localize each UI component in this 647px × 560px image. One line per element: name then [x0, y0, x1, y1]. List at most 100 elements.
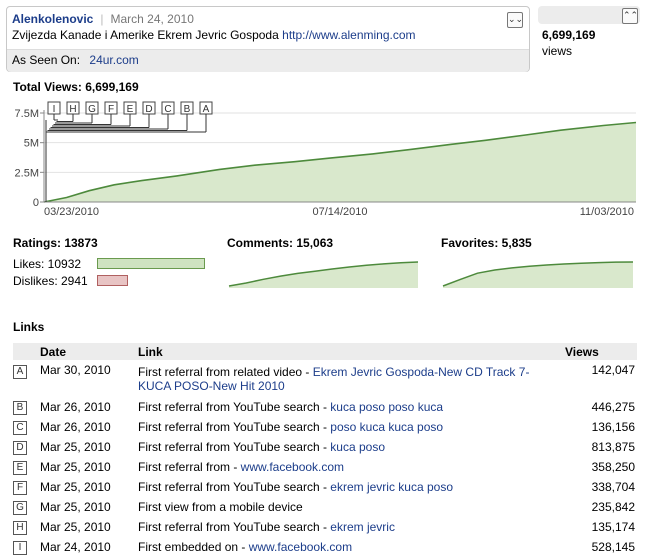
dislikes-bar [97, 275, 128, 286]
marker-cell: H [13, 517, 40, 537]
referral-link[interactable]: kuca poso poso kuca [330, 400, 443, 414]
date-cell: Mar 30, 2010 [40, 363, 111, 377]
referral-description: First referral from YouTube search - [138, 420, 331, 434]
views-area-fill [44, 122, 636, 202]
link-cell: First embedded on - www.facebook.com [138, 537, 565, 557]
links-title: Links [13, 320, 45, 334]
marker-label: A [203, 104, 210, 115]
upload-date: March 24, 2010 [110, 12, 194, 26]
referral-description: First referral from YouTube search - [138, 440, 331, 454]
marker-badge[interactable]: D [13, 441, 27, 455]
marker-badge[interactable]: I [13, 541, 27, 555]
table-row: G Mar 25, 2010 First view from a mobile de… [13, 497, 637, 517]
views-cell: 135,174 [591, 520, 635, 534]
marker-label: C [164, 104, 171, 115]
views-cell: 338,704 [591, 480, 635, 494]
views-count: 6,699,169 [542, 28, 596, 42]
marker-label: H [69, 104, 76, 115]
views-label: views [542, 44, 573, 58]
table-row: C Mar 26, 2010 First referral from YouTube… [13, 417, 637, 437]
y-tick-labels: 7.5M 5M 2.5M 0 [15, 108, 44, 209]
marker-cell: D [13, 437, 40, 457]
link-cell: First referral from YouTube search - pos… [138, 417, 565, 437]
marker-cell: G [13, 497, 40, 517]
y-tick-label: 0 [33, 197, 39, 209]
x-tick-label: 07/14/2010 [312, 206, 367, 218]
y-tick-label: 7.5M [15, 108, 39, 120]
table-row: H Mar 25, 2010 First referral from YouTube… [13, 517, 637, 537]
y-tick-label: 2.5M [15, 167, 39, 179]
chevron-double-down-icon[interactable]: ⌄⌄ [507, 12, 523, 28]
views-cell: 358,250 [591, 460, 635, 474]
x-tick-label: 03/23/2010 [44, 206, 99, 218]
favorites-sparkline [442, 261, 634, 288]
link-cell: First referral from - www.facebook.com [138, 457, 565, 477]
link-cell: First referral from YouTube search - kuc… [138, 397, 565, 417]
link-cell: First referral from YouTube search - ekr… [138, 477, 565, 497]
date-cell: Mar 25, 2010 [40, 480, 111, 494]
marker-label: I [53, 104, 56, 115]
total-views-chart: I H G F ED C B A 7.5M 5M 2.5M 0 03/23/2010 07/14/20… [15, 101, 637, 218]
marker-cell: I [13, 537, 40, 557]
referral-link[interactable]: kuca poso [330, 440, 385, 454]
dislikes-label: Dislikes: 2941 [13, 274, 88, 288]
referral-description: First view from a mobile device [138, 500, 303, 514]
comments-sparkline [228, 261, 419, 288]
chevron-double-up-icon[interactable]: ⌃⌃ [622, 8, 638, 24]
video-url-link[interactable]: http://www.alenming.com [282, 28, 415, 42]
referral-description: First embedded on - [138, 540, 249, 554]
marker-badge[interactable]: G [13, 501, 27, 515]
separator: | [100, 12, 104, 26]
date-column-header: Date [40, 343, 138, 360]
views-cell: 136,156 [591, 420, 635, 434]
marker-cell: A [13, 360, 40, 397]
views-area-series [43, 121, 637, 203]
referral-link[interactable]: ekrem jevric kuca poso [330, 480, 453, 494]
link-cell: First referral from YouTube search - ekr… [138, 517, 565, 537]
marker-label: F [108, 104, 114, 115]
table-row: B Mar 26, 2010 First referral from YouTube… [13, 397, 637, 417]
link-cell: First referral from related video - Ekre… [138, 360, 565, 397]
table-row: I Mar 24, 2010 First embedded on - www.fac… [13, 537, 637, 557]
marker-badge[interactable]: H [13, 521, 27, 535]
referral-link[interactable]: www.facebook.com [241, 460, 344, 474]
link-cell: First referral from YouTube search - kuc… [138, 437, 565, 457]
author-link[interactable]: Alenkolenovic [12, 12, 93, 26]
marker-badge[interactable]: F [13, 481, 27, 495]
date-cell: Mar 25, 2010 [40, 460, 111, 474]
marker-label: E [127, 104, 134, 115]
marker-badge[interactable]: B [13, 401, 27, 415]
referral-description: First referral from related video - [138, 364, 313, 379]
marker-badge[interactable]: E [13, 461, 27, 475]
views-summary-box: ⌃⌃ 6,699,169 views [538, 6, 640, 72]
table-row: E Mar 25, 2010 First referral from - www.f… [13, 457, 637, 477]
marker-column-header [13, 343, 40, 360]
marker-cell: F [13, 477, 40, 497]
as-seen-on-bar: As Seen On: 24ur.com [7, 49, 529, 72]
marker-badge[interactable]: C [13, 421, 27, 435]
x-tick-label: 11/03/2010 [580, 206, 634, 218]
likes-bar [97, 258, 205, 269]
marker-label: G [88, 104, 96, 115]
views-cell: 446,275 [591, 400, 635, 414]
referral-description: First referral from YouTube search - [138, 400, 331, 414]
marker-badge[interactable]: A [13, 365, 27, 379]
marker-cell: C [13, 417, 40, 437]
video-info-card: Alenkolenovic | March 24, 2010 Zvijezda Ka… [6, 6, 530, 72]
referral-link[interactable]: www.facebook.com [249, 540, 352, 554]
marker-cell: E [13, 457, 40, 477]
date-cell: Mar 25, 2010 [40, 440, 111, 454]
as-seen-on-link[interactable]: 24ur.com [89, 53, 138, 67]
video-title: Zvijezda Kanade i Amerike Ekrem Jevric G… [12, 28, 279, 42]
referral-link[interactable]: ekrem jevric [330, 520, 395, 534]
marker-label: D [145, 104, 152, 115]
date-cell: Mar 26, 2010 [40, 400, 111, 414]
links-table: Date Link Views A Mar 30, 2010 First refer… [13, 343, 637, 557]
marker-label: B [184, 104, 191, 115]
date-cell: Mar 25, 2010 [40, 500, 111, 514]
referral-link[interactable]: poso kuca kuca poso [330, 420, 443, 434]
views-cell: 813,875 [591, 440, 635, 454]
referral-description: First referral from YouTube search - [138, 520, 331, 534]
comments-title: Comments: 15,063 [227, 236, 334, 250]
total-views-title: Total Views: 6,699,169 [13, 80, 139, 94]
